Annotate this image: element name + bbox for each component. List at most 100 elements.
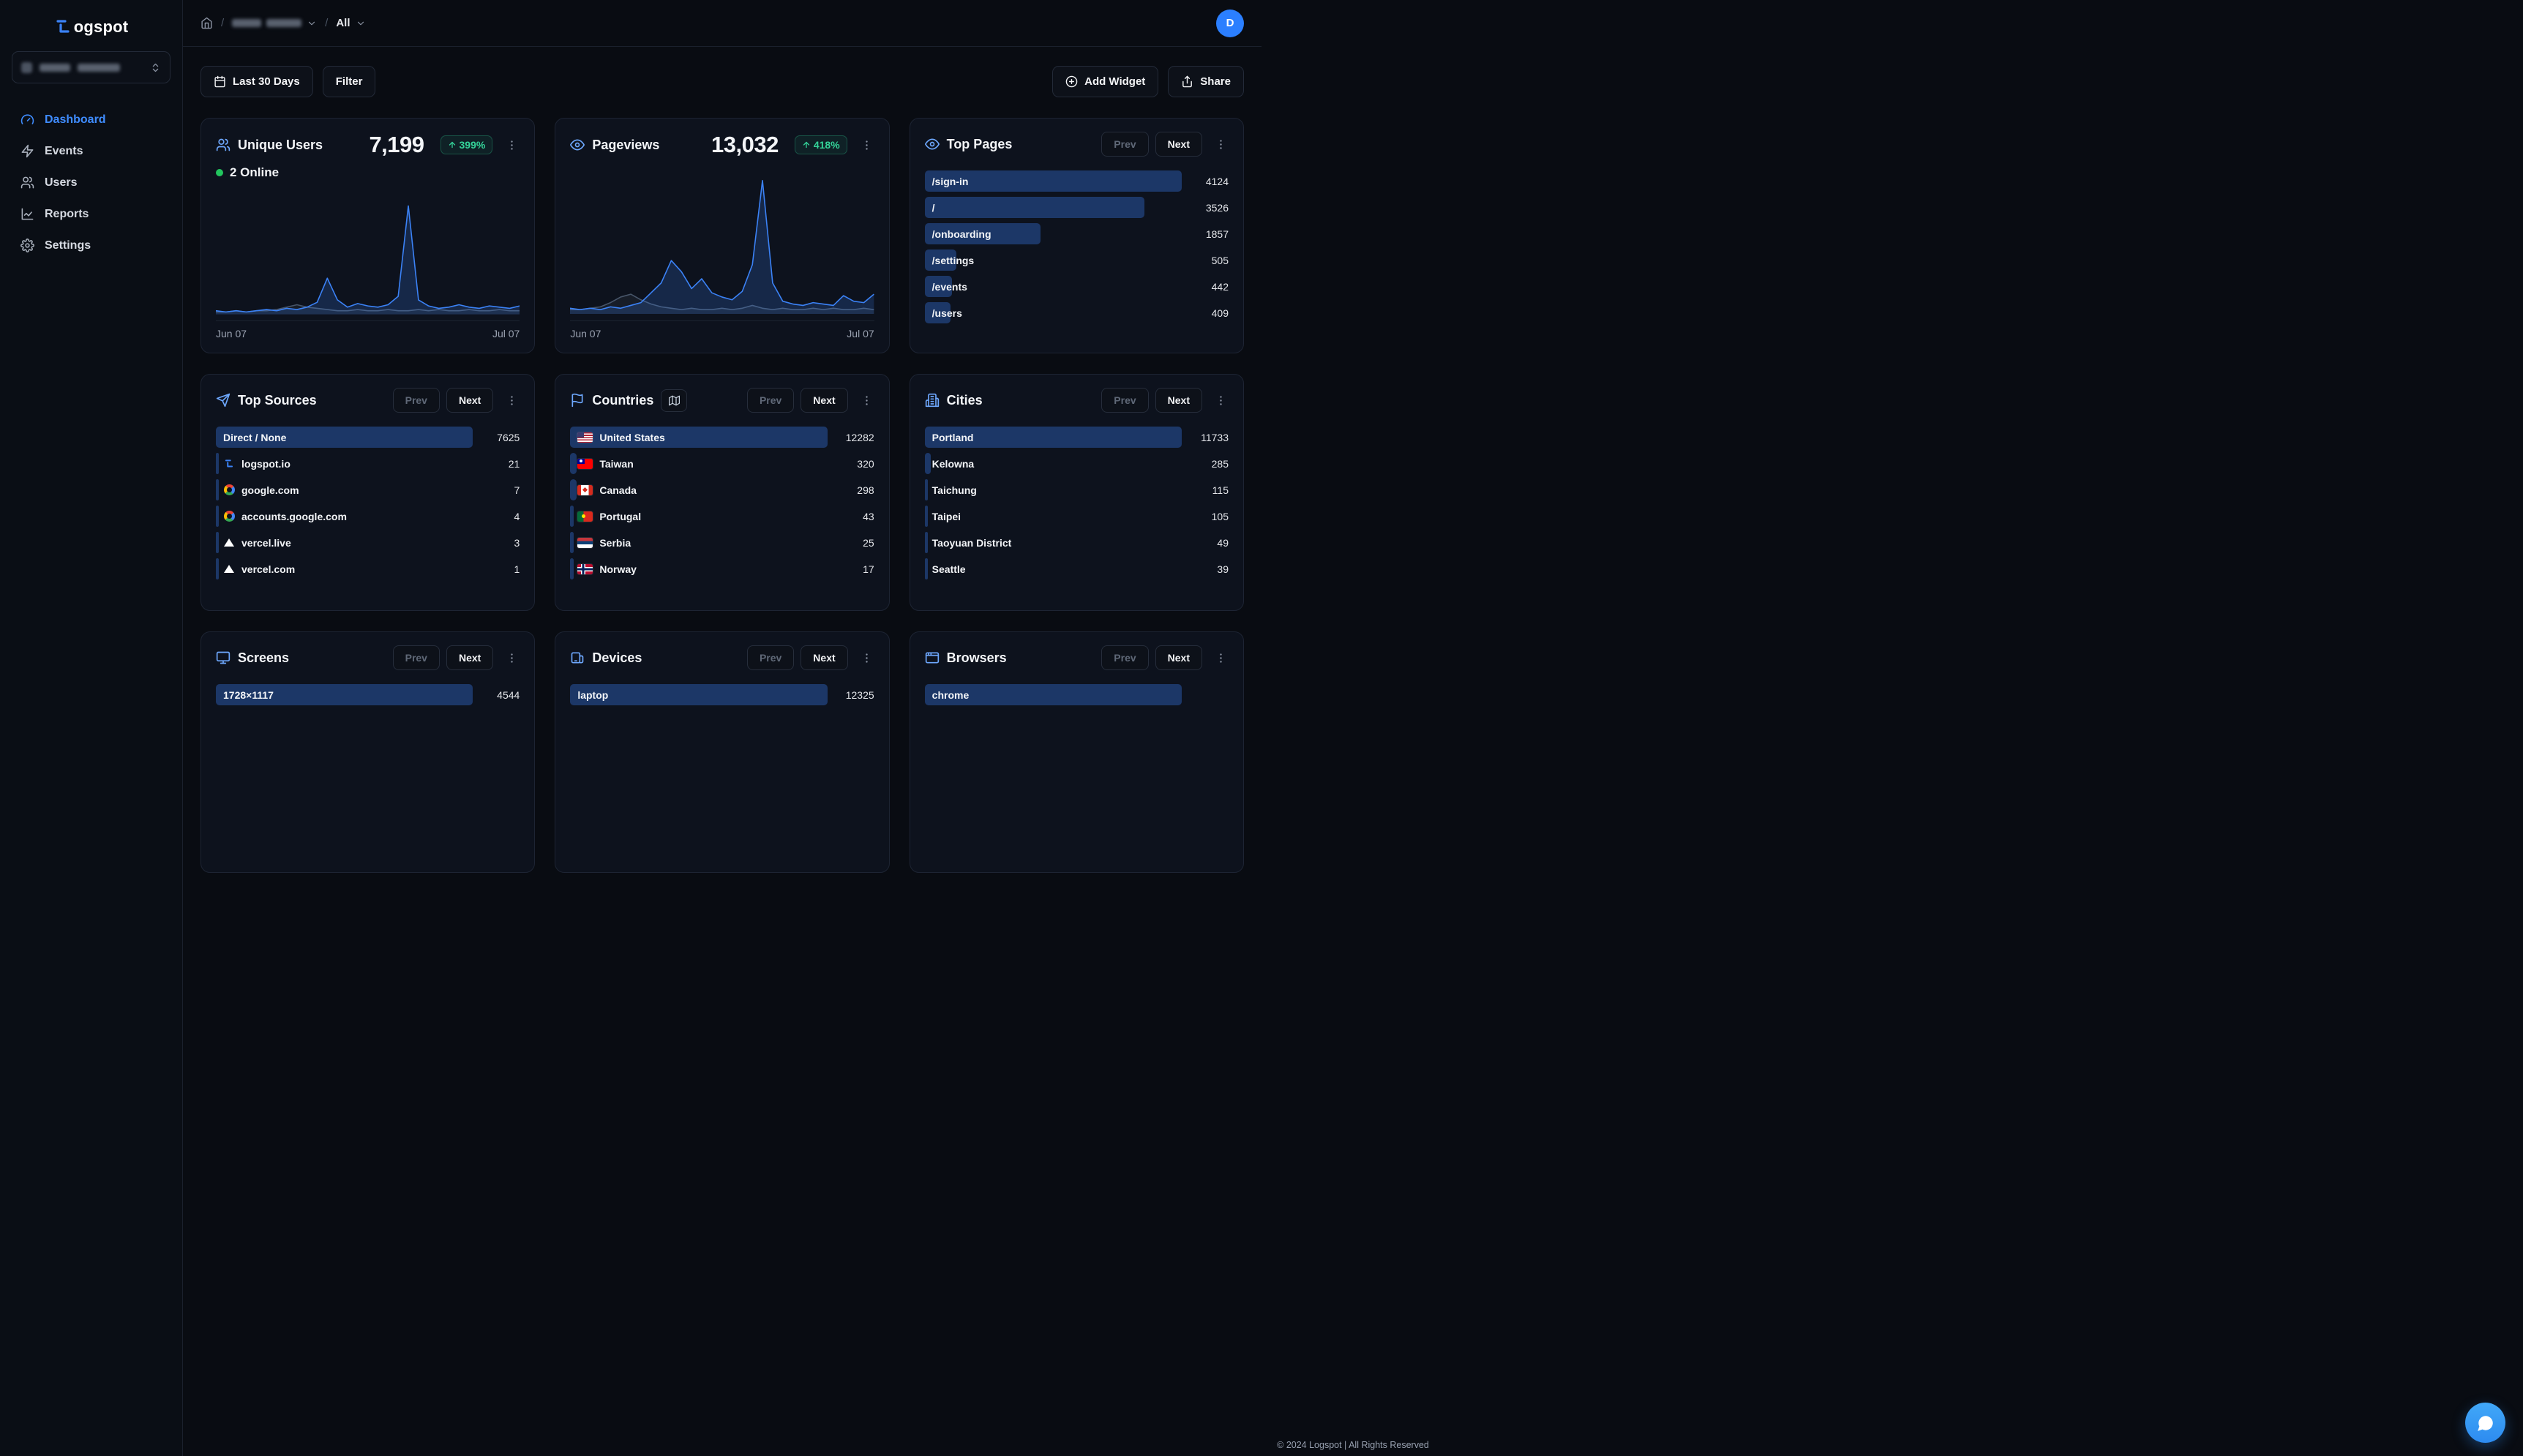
breadcrumb-scope-label: All: [336, 17, 350, 29]
row-bar: [216, 453, 220, 474]
prev-button[interactable]: Prev: [1101, 645, 1149, 670]
next-button[interactable]: Next: [446, 645, 494, 670]
page-value: 409: [1211, 307, 1229, 319]
sidebar-item-label: Dashboard: [45, 113, 106, 126]
countries-list: United States 12282 Taiwan 320 Canada 29…: [570, 427, 874, 579]
country-value: 320: [857, 457, 874, 470]
card-menu-button[interactable]: [504, 136, 520, 154]
filter-button[interactable]: Filter: [322, 66, 376, 97]
map-view-button[interactable]: [661, 389, 688, 412]
card-menu-button[interactable]: [504, 649, 520, 667]
kebab-icon: [511, 140, 514, 150]
google-favicon: [223, 484, 235, 496]
card-title: Unique Users: [238, 137, 323, 152]
chart-x-axis: Jun 07 Jul 07: [216, 320, 520, 339]
table-row: accounts.google.com 4: [216, 506, 520, 527]
device-value: 12325: [845, 688, 874, 701]
source-value: 7: [514, 484, 520, 496]
kebab-icon: [1220, 139, 1222, 149]
row-bar: [924, 197, 1145, 218]
source-value: 4: [514, 510, 520, 522]
date-range-button[interactable]: Last 30 Days: [200, 66, 313, 97]
next-button[interactable]: Next: [1155, 132, 1202, 157]
sidebar-item-dashboard[interactable]: Dashboard: [0, 104, 182, 135]
home-icon[interactable]: [200, 17, 213, 29]
row-bar: [216, 506, 220, 527]
next-button[interactable]: Next: [801, 645, 848, 670]
arrow-up-icon: [803, 141, 809, 149]
breadcrumb-scope-dropdown[interactable]: All: [336, 17, 365, 29]
next-button[interactable]: Next: [1155, 645, 1202, 670]
flag-icon: [571, 393, 583, 408]
chat-widget-button[interactable]: [2465, 1403, 2505, 1443]
card-menu-button[interactable]: [1213, 135, 1229, 154]
project-selector[interactable]: [12, 51, 170, 83]
chart-x-axis: Jun 07 Jul 07: [570, 320, 874, 339]
cities-card: Cities Prev Next Portland 11733 Kelowna …: [909, 374, 1244, 611]
page-label: /events: [931, 280, 967, 293]
city-value: 49: [1217, 536, 1229, 549]
browser-window-icon: [925, 652, 939, 664]
browsers-list: chrome: [924, 684, 1229, 705]
page-value: 1857: [1205, 228, 1229, 240]
sidebar-item-label: Reports: [45, 207, 89, 220]
vercel-favicon: [223, 563, 235, 575]
city-value: 285: [1211, 457, 1229, 470]
top-sources-card: Top Sources Prev Next Direct / None 7625…: [200, 374, 536, 611]
avatar[interactable]: D: [1216, 9, 1244, 37]
portugal-flag-icon: [577, 511, 593, 522]
card-menu-button[interactable]: [1213, 391, 1229, 410]
vercel-favicon: [223, 537, 235, 549]
row-bar: [924, 532, 928, 553]
card-title: Browsers: [946, 650, 1007, 665]
row-bar: [924, 558, 928, 579]
card-menu-button[interactable]: [859, 136, 874, 154]
sidebar-item-events[interactable]: Events: [0, 135, 182, 167]
table-row: vercel.live 3: [216, 532, 520, 553]
card-menu-button[interactable]: [859, 391, 874, 410]
table-row: /events 442: [924, 276, 1229, 297]
country-label: Taiwan: [599, 457, 634, 470]
card-menu-button[interactable]: [859, 649, 874, 667]
next-button[interactable]: Next: [446, 388, 494, 413]
unique-users-card: Unique Users 7,199 399% 2 Online Jun 07 …: [200, 118, 536, 353]
next-button[interactable]: Next: [1155, 388, 1202, 413]
add-widget-button[interactable]: Add Widget: [1052, 66, 1159, 97]
share-button[interactable]: Share: [1168, 66, 1244, 97]
city-label: Taoyuan District: [931, 536, 1012, 549]
sidebar-item-settings[interactable]: Settings: [0, 230, 182, 261]
row-bar: [570, 532, 574, 553]
prev-button[interactable]: Prev: [1101, 388, 1149, 413]
browsers-card: Browsers Prev Next chrome: [909, 631, 1244, 873]
next-button[interactable]: Next: [801, 388, 848, 413]
chat-icon: [2477, 1415, 2493, 1431]
breadcrumb-project-dropdown[interactable]: [232, 18, 317, 29]
sidebar-item-users[interactable]: Users: [0, 167, 182, 198]
country-value: 17: [863, 563, 874, 575]
prev-button[interactable]: Prev: [746, 645, 795, 670]
screen-value: 4544: [497, 688, 520, 701]
prev-button[interactable]: Prev: [746, 388, 795, 413]
country-label: Canada: [599, 484, 637, 496]
table-row: 1728×1117 4544: [216, 684, 520, 705]
table-row: Serbia 25: [570, 532, 874, 553]
city-value: 11733: [1201, 431, 1229, 443]
unique-users-chart: [216, 184, 520, 318]
card-menu-button[interactable]: [1213, 649, 1229, 667]
country-label: United States: [599, 431, 665, 443]
prev-button[interactable]: Prev: [1101, 132, 1149, 157]
table-row: /settings 505: [924, 249, 1229, 271]
sidebar-item-reports[interactable]: Reports: [0, 198, 182, 230]
source-label: accounts.google.com: [241, 510, 347, 522]
users-icon: [20, 176, 34, 189]
prev-button[interactable]: Prev: [392, 388, 440, 413]
city-label: Kelowna: [931, 457, 975, 470]
source-label: Direct / None: [223, 431, 287, 443]
card-title: Countries: [592, 392, 654, 408]
axis-start: Jun 07: [216, 328, 247, 339]
devices-card: Devices Prev Next laptop 12325: [555, 631, 890, 873]
prev-button[interactable]: Prev: [392, 645, 440, 670]
card-menu-button[interactable]: [504, 391, 520, 410]
table-row: United States 12282: [570, 427, 874, 448]
pageviews-value: 13,032: [711, 132, 779, 157]
